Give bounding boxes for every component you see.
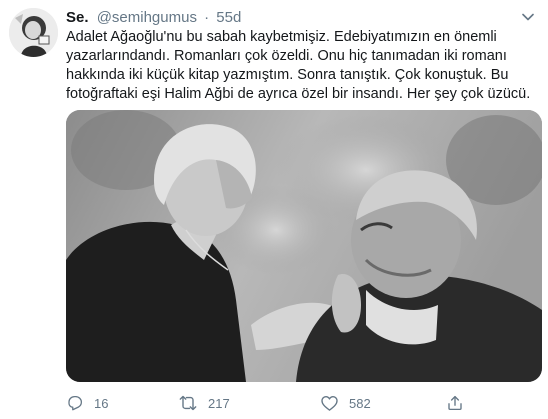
tweet-card[interactable]: Se. @semihgumus · 55d Adalet Ağaoğlu'nu … — [0, 0, 548, 419]
chevron-down-icon[interactable] — [518, 9, 538, 25]
tweet-photo[interactable] — [66, 110, 542, 382]
avatar[interactable] — [9, 8, 58, 57]
tweet-text-line: hakkında iki küçük kitap yazmıştım. Sonr… — [66, 67, 509, 83]
share-icon — [446, 394, 464, 412]
reply-button[interactable]: 16 — [66, 392, 108, 414]
tweet-text-line: fotoğraftaki eşi Halim Ağbi de ayrıca öz… — [66, 86, 531, 102]
like-count: 582 — [349, 395, 371, 411]
separator-dot: · — [204, 9, 210, 26]
retweet-count: 217 — [208, 395, 230, 411]
tweet-text: Adalet Ağaoğlu'nu bu sabah kaybetmişiz. … — [66, 28, 536, 104]
reply-icon — [66, 394, 84, 412]
retweet-button[interactable]: 217 — [178, 392, 230, 414]
tweet-header: Se. @semihgumus · 55d — [66, 8, 241, 28]
timestamp[interactable]: 55d — [216, 9, 241, 26]
tweet-actions: 16 217 582 — [66, 392, 536, 414]
heart-icon — [320, 394, 339, 412]
tweet-text-line: yazarlarındandı. Romanları çok özeldi. O… — [66, 48, 507, 64]
retweet-icon — [178, 394, 198, 412]
display-name[interactable]: Se. — [66, 9, 89, 26]
like-button[interactable]: 582 — [320, 392, 371, 414]
reply-count: 16 — [94, 395, 109, 411]
user-handle[interactable]: @semihgumus — [97, 9, 197, 26]
share-button[interactable] — [446, 392, 464, 414]
tweet-text-line: Adalet Ağaoğlu'nu bu sabah kaybetmişiz. … — [66, 29, 497, 45]
